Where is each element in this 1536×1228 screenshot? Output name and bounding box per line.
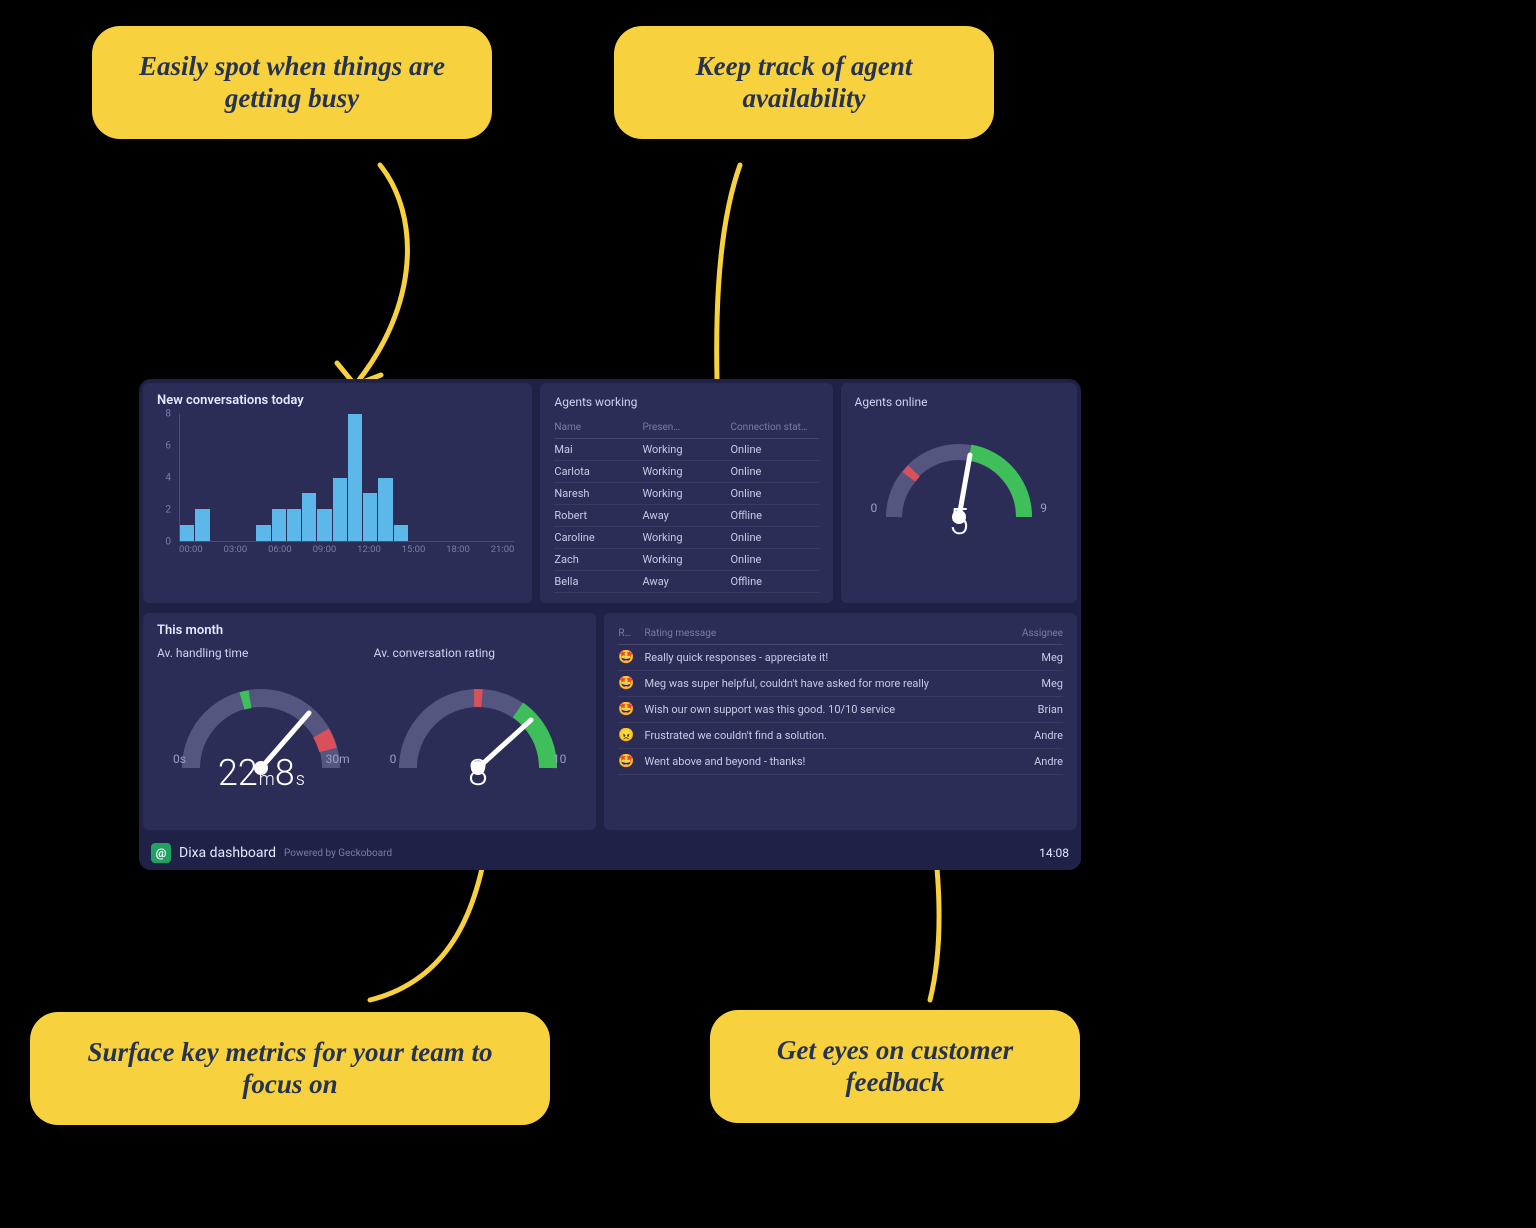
bar	[287, 509, 301, 541]
table-row: MaiWorkingOnline	[554, 439, 818, 461]
card-new-conversations: New conversations today 02468 00:0003:00…	[143, 383, 532, 603]
table-row: CarolineWorkingOnline	[554, 527, 818, 549]
table-header: R… Rating message Assignee	[618, 623, 1063, 645]
card-title: This month	[157, 623, 582, 638]
col-assignee: Assignee	[979, 628, 1063, 639]
bar	[256, 525, 270, 541]
bar	[180, 525, 194, 541]
gauge-rating: 0 10 8	[374, 668, 583, 788]
rating-emoji-icon: 😠	[618, 728, 644, 743]
bar-chart: 02468 00:0003:0006:0009:0012:0015:0018:0…	[157, 414, 518, 564]
gauge-value: 8	[374, 752, 583, 794]
gauge-value: 5	[855, 501, 1064, 543]
bar	[302, 493, 316, 541]
gauge-agents-online: 0 9 5	[855, 417, 1064, 537]
col-message: Rating message	[644, 628, 979, 639]
table-row: RobertAwayOffline	[554, 505, 818, 527]
col-presence: Presen…	[642, 422, 730, 433]
gauge-title-handling: Av. handling time	[157, 646, 366, 660]
rating-emoji-icon: 🤩	[618, 676, 644, 691]
dashboard-footer: @ Dixa dashboard Powered by Geckoboard 1…	[139, 836, 1081, 870]
dashboard-name: Dixa dashboard	[179, 845, 276, 861]
dashboard-window: New conversations today 02468 00:0003:00…	[139, 379, 1081, 870]
table-row: BellaAwayOffline	[554, 571, 818, 593]
rating-emoji-icon: 🤩	[618, 754, 644, 769]
card-this-month: This month Av. handling time	[143, 613, 596, 830]
card-title: New conversations today	[157, 393, 518, 408]
card-agents-working: Agents working Name Presen… Connection s…	[540, 383, 832, 603]
table-header: Name Presen… Connection stat…	[554, 417, 818, 439]
rating-emoji-icon: 🤩	[618, 702, 644, 717]
bar	[348, 414, 362, 541]
table-row: 🤩Went above and beyond - thanks!Andre	[618, 749, 1063, 775]
col-connection: Connection stat…	[730, 422, 818, 433]
card-title: Agents working	[554, 395, 818, 409]
annotation-availability: Keep track of agent availability	[614, 26, 994, 139]
card-agents-online: Agents online 0 9	[841, 383, 1078, 603]
rating-emoji-icon: 🤩	[618, 650, 644, 665]
agents-table: Name Presen… Connection stat… MaiWorking…	[554, 417, 818, 593]
table-row: 🤩Meg was super helpful, couldn't have as…	[618, 671, 1063, 697]
annotation-busy: Easily spot when things are getting busy	[92, 26, 492, 139]
arrow-busy-icon	[300, 155, 460, 405]
annotation-feedback: Get eyes on customer feedback	[710, 1010, 1080, 1123]
table-row: 🤩Really quick responses - appreciate it!…	[618, 645, 1063, 671]
col-name: Name	[554, 422, 642, 433]
col-rating: R…	[618, 628, 644, 639]
bar	[272, 509, 286, 541]
gauge-handling-time: 0s 30m 22m8s	[157, 668, 366, 788]
annotation-metrics: Surface key metrics for your team to foc…	[30, 1012, 550, 1125]
brand-icon: @	[151, 843, 171, 863]
feedback-table: R… Rating message Assignee 🤩Really quick…	[618, 623, 1063, 775]
card-feedback: R… Rating message Assignee 🤩Really quick…	[604, 613, 1077, 830]
bar	[378, 478, 392, 542]
bar	[333, 478, 347, 542]
bar	[363, 493, 377, 541]
powered-by: Powered by Geckoboard	[284, 848, 392, 859]
bar	[195, 509, 209, 541]
table-row: 🤩Wish our own support was this good. 10/…	[618, 697, 1063, 723]
table-row: ZachWorkingOnline	[554, 549, 818, 571]
gauge-value: 22m8s	[157, 752, 366, 794]
bar	[394, 525, 408, 541]
clock: 14:08	[1039, 846, 1069, 860]
bar	[317, 509, 331, 541]
table-row: NareshWorkingOnline	[554, 483, 818, 505]
card-title: Agents online	[855, 395, 1064, 409]
table-row: CarlotaWorkingOnline	[554, 461, 818, 483]
gauge-title-rating: Av. conversation rating	[374, 646, 583, 660]
table-row: 😠Frustrated we couldn't find a solution.…	[618, 723, 1063, 749]
